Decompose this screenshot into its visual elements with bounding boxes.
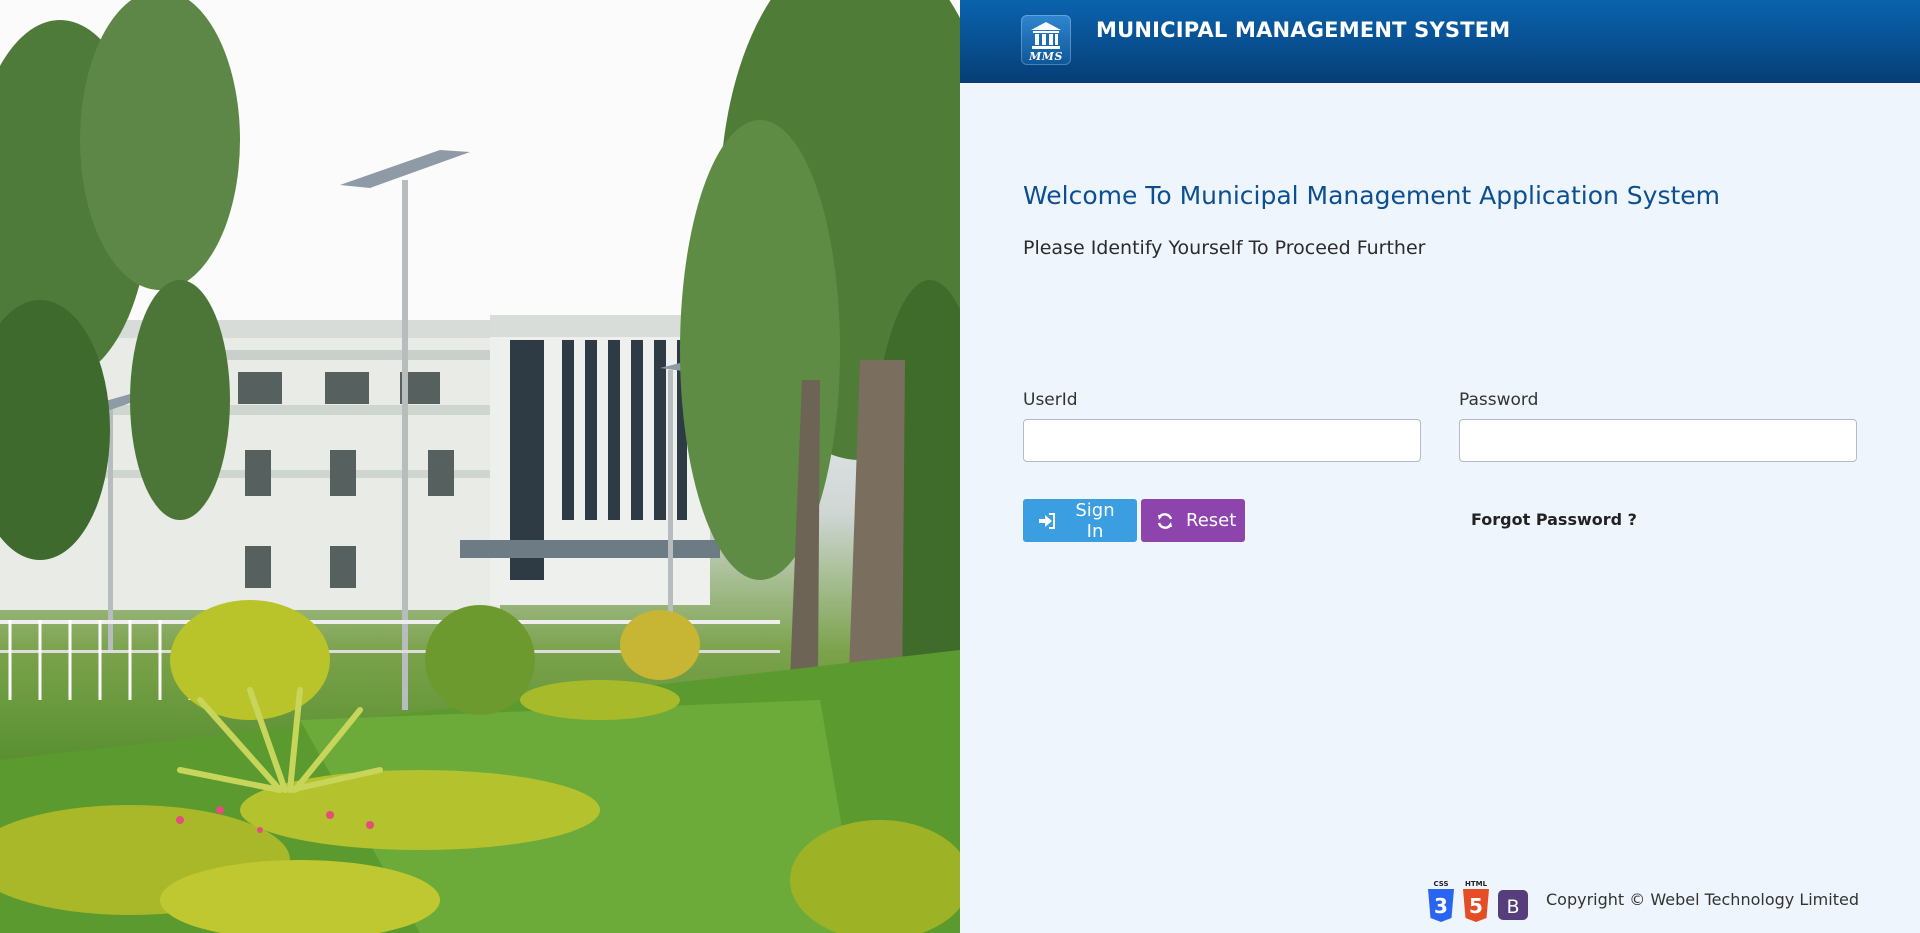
bootstrap-icon: B [1498, 890, 1528, 920]
sign-in-button[interactable]: Sign In [1023, 499, 1137, 542]
footer: CSS 3 HTML 5 B Copyright © Webel Technol… [1426, 878, 1906, 926]
userid-input[interactable] [1023, 419, 1421, 462]
campus-photo [0, 0, 960, 933]
html5-badge-letter: 5 [1469, 894, 1483, 918]
app-logo: MMS [1021, 15, 1071, 65]
password-input[interactable] [1459, 419, 1857, 462]
sign-in-label: Sign In [1075, 499, 1115, 542]
copyright-text: Copyright © Webel Technology Limited [1546, 890, 1859, 909]
app-header: MMS MUNICIPAL MANAGEMENT SYSTEM [960, 0, 1920, 83]
reset-button[interactable]: Reset [1141, 499, 1245, 542]
userid-label: UserId [1023, 390, 1078, 410]
css3-badge-letter: 3 [1434, 894, 1448, 918]
forgot-password-link[interactable]: Forgot Password ? [1471, 510, 1637, 529]
reset-label: Reset [1186, 510, 1237, 531]
sign-in-arrow-icon [1038, 512, 1056, 530]
subtitle: Please Identify Yourself To Proceed Furt… [1023, 237, 1426, 259]
css3-icon: CSS 3 [1428, 880, 1454, 922]
welcome-heading: Welcome To Municipal Management Applicat… [1023, 181, 1721, 210]
login-panel: MMS MUNICIPAL MANAGEMENT SYSTEM Welcome … [960, 0, 1920, 933]
css3-badge-label: CSS [1433, 880, 1448, 888]
app-title: MUNICIPAL MANAGEMENT SYSTEM [1096, 18, 1511, 42]
password-label: Password [1459, 390, 1539, 410]
logo-text: MMS [1029, 50, 1063, 63]
refresh-icon [1156, 512, 1174, 530]
building-columns-icon [1031, 22, 1061, 49]
html5-badge-label: HTML [1465, 880, 1488, 888]
html5-icon: HTML 5 [1463, 880, 1489, 922]
bootstrap-badge-letter: B [1506, 896, 1519, 918]
